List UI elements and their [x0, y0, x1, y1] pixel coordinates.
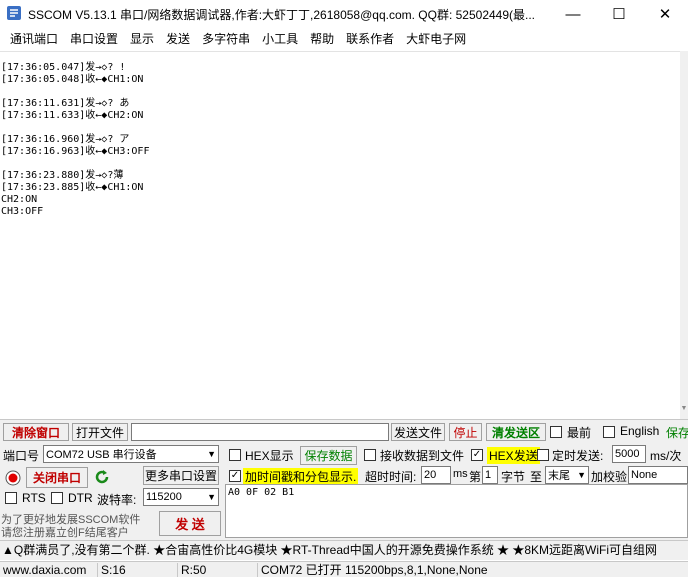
nth-label: 第 [469, 470, 482, 484]
save-data-button[interactable]: 保存数据 [300, 446, 357, 465]
baud-rate-label: 波特率: [97, 493, 137, 507]
timeout-label: 超时时间: [365, 470, 417, 484]
save-params-button[interactable]: 保存 [666, 424, 688, 441]
menu-serial-settings[interactable]: 串口设置 [64, 29, 124, 49]
timestamp-checkbox[interactable]: ✓ [229, 470, 241, 482]
clear-window-button[interactable]: 清除窗口 [3, 423, 69, 441]
timed-send-label: 定时发送: [552, 449, 604, 463]
timed-send-checkbox[interactable] [537, 449, 549, 461]
timestamp-label: 加时间戳和分包显示. [243, 468, 359, 485]
close-port-button[interactable]: 关闭串口 [26, 467, 88, 488]
dropdown-arrow-icon: ▼ [577, 470, 586, 480]
to-label: 至 [530, 470, 543, 484]
send-text-area[interactable]: A0 0F 02 B1 [225, 484, 688, 538]
port-select-value: COM72 USB 串行设备 [46, 449, 157, 461]
dropdown-arrow-icon: ▼ [207, 449, 216, 459]
port-status-indicator-icon [5, 470, 21, 486]
baud-rate-select[interactable]: 115200 ▼ [143, 488, 219, 506]
byte-label: 字节 [501, 470, 526, 484]
status-website[interactable]: www.daxia.com [0, 563, 98, 577]
news-marquee[interactable]: ▲Q群满员了,没有第二个群. ★合宙高性价比4G模块 ★RT-Thread中国人… [0, 540, 688, 560]
status-port-state: COM72 已打开 115200bps,8,1,None,None [261, 563, 488, 577]
send-interval-input[interactable]: 5000 [612, 445, 646, 463]
receive-output-area[interactable]: [17:36:05.047]发→◇? ! [17:36:05.048]收←◆CH… [0, 51, 680, 419]
timeout-input[interactable]: 20 [421, 466, 451, 484]
baud-rate-value: 115200 [146, 491, 182, 503]
always-on-top-label: 最前 [567, 426, 592, 440]
window-title: SSCOM V5.13.1 串口/网络数据调试器,作者:大虾丁丁,2618058… [28, 8, 536, 22]
hex-send-label: HEX发送 [487, 447, 540, 464]
checksum-select[interactable]: None [628, 466, 688, 484]
menu-display[interactable]: 显示 [124, 29, 160, 49]
title-bar: SSCOM V5.13.1 串口/网络数据调试器,作者:大虾丁丁,2618058… [0, 0, 688, 28]
hex-display-label: HEX显示 [245, 449, 294, 463]
minimize-button[interactable]: — [550, 0, 596, 28]
send-text-content: A0 0F 02 B1 [228, 487, 295, 498]
send-button[interactable]: 发 送 [159, 511, 221, 536]
clear-send-area-button[interactable]: 清发送区 [486, 423, 546, 441]
english-label: English [620, 424, 660, 438]
stop-button[interactable]: 停止 [449, 423, 482, 441]
menu-send[interactable]: 发送 [160, 29, 196, 49]
promo-line-2[interactable]: 请您注册嘉立创F结尾客户 [1, 524, 129, 540]
hex-send-checkbox[interactable]: ✓ [471, 449, 483, 461]
more-port-settings-button[interactable]: 更多串口设置 [143, 466, 219, 485]
checksum-label: 加校验 [591, 470, 628, 484]
rts-label: RTS [22, 491, 46, 505]
hex-display-checkbox[interactable] [229, 449, 241, 461]
scroll-down-arrow-icon[interactable]: ▼ [680, 405, 688, 415]
open-file-button[interactable]: 打开文件 [72, 423, 128, 441]
send-interval-unit: ms/次 [650, 449, 682, 463]
end-byte-select[interactable]: 末尾 ▼ [545, 466, 589, 484]
menu-daxia-site[interactable]: 大虾电子网 [400, 29, 472, 49]
menu-comm-port[interactable]: 通讯端口 [4, 29, 64, 49]
timeout-unit: ms [453, 468, 468, 480]
receive-to-file-label[interactable]: 接收数据到文件 [380, 447, 464, 464]
dropdown-arrow-icon: ▼ [207, 492, 216, 502]
status-bar: www.daxia.com S:16 R:50 COM72 已打开 115200… [0, 561, 688, 577]
file-path-input[interactable] [131, 423, 389, 441]
always-on-top-checkbox[interactable] [550, 426, 562, 438]
receive-log-text: [17:36:05.047]发→◇? ! [17:36:05.048]收←◆CH… [1, 62, 150, 217]
menu-bar: 通讯端口 串口设置 显示 发送 多字符串 小工具 帮助 联系作者 大虾电子网 [0, 28, 688, 50]
dtr-checkbox[interactable] [51, 492, 63, 504]
dtr-label: DTR [68, 491, 93, 505]
english-checkbox[interactable] [603, 426, 615, 438]
menu-help[interactable]: 帮助 [304, 29, 340, 49]
rts-checkbox[interactable] [5, 492, 17, 504]
port-select[interactable]: COM72 USB 串行设备 ▼ [43, 445, 219, 463]
port-number-label: 端口号 [3, 449, 40, 463]
send-file-button[interactable]: 发送文件 [391, 423, 445, 441]
end-byte-value: 末尾 [548, 470, 570, 482]
receive-to-file-checkbox[interactable] [364, 449, 376, 461]
menu-contact[interactable]: 联系作者 [340, 29, 400, 49]
refresh-icon[interactable] [93, 468, 111, 486]
start-byte-input[interactable]: 1 [482, 466, 498, 484]
menu-multi-string[interactable]: 多字符串 [196, 29, 256, 49]
close-button[interactable]: ✕ [642, 0, 688, 28]
app-icon [7, 6, 21, 20]
maximize-button[interactable]: ☐ [596, 0, 642, 28]
status-received-count: R:50 [178, 563, 258, 577]
menu-tools[interactable]: 小工具 [256, 29, 304, 49]
status-sent-count: S:16 [98, 563, 178, 577]
output-scrollbar[interactable] [680, 51, 688, 419]
